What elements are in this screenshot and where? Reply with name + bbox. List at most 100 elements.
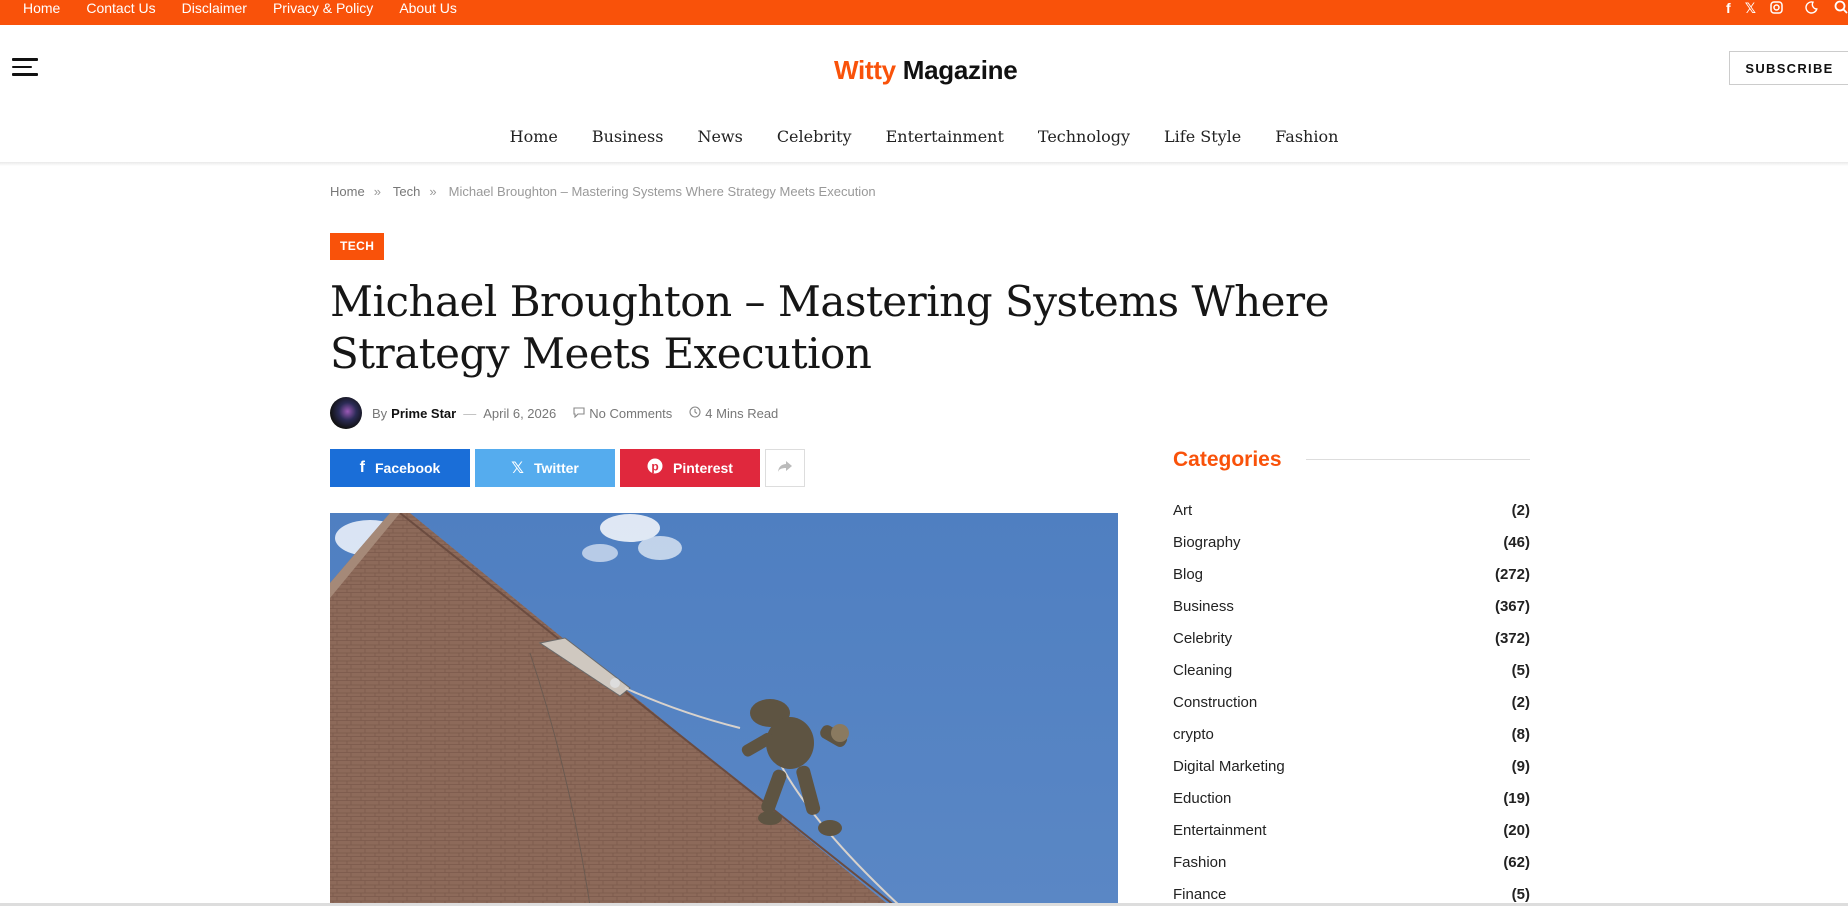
share-more-button[interactable] bbox=[765, 449, 805, 487]
category-item[interactable]: Biography (46) bbox=[1173, 526, 1530, 558]
category-count: (2) bbox=[1511, 693, 1530, 711]
meta-dash: — bbox=[463, 405, 477, 421]
top-link-privacy[interactable]: Privacy & Policy bbox=[273, 0, 373, 16]
category-name[interactable]: Entertainment bbox=[1173, 822, 1266, 839]
category-item[interactable]: Eduction (19) bbox=[1173, 782, 1530, 814]
logo-part-witty: Witty bbox=[834, 55, 896, 85]
logo-part-magazine: Magazine bbox=[902, 55, 1018, 85]
top-links: Home Contact Us Disclaimer Privacy & Pol… bbox=[23, 0, 483, 16]
share-twitter-label: Twitter bbox=[534, 460, 579, 476]
article-title: Michael Broughton – Mastering Systems Wh… bbox=[330, 277, 1329, 378]
category-name[interactable]: Celebrity bbox=[1173, 630, 1232, 647]
category-count: (5) bbox=[1511, 661, 1530, 679]
site-logo[interactable]: Witty Magazine bbox=[834, 55, 1018, 86]
top-link-contact[interactable]: Contact Us bbox=[86, 0, 155, 16]
article-meta: By Prime Star — April 6, 2026 No Comment… bbox=[330, 397, 778, 429]
category-badge[interactable]: TECH bbox=[330, 233, 385, 260]
pinterest-icon: p bbox=[647, 458, 663, 479]
dark-mode-icon[interactable] bbox=[1805, 0, 1818, 16]
instagram-icon[interactable] bbox=[1770, 0, 1783, 16]
category-item[interactable]: Digital Marketing (9) bbox=[1173, 750, 1530, 782]
comments-link[interactable]: No Comments bbox=[589, 406, 672, 421]
category-count: (9) bbox=[1511, 757, 1530, 775]
by-label: By bbox=[372, 405, 388, 421]
category-name[interactable]: Biography bbox=[1173, 534, 1241, 551]
nav-item-business[interactable]: Business bbox=[592, 118, 664, 156]
breadcrumb: Home » Tech » Michael Broughton – Master… bbox=[330, 184, 885, 199]
sidebar-title-rule bbox=[1306, 459, 1530, 460]
category-name[interactable]: Eduction bbox=[1173, 790, 1231, 807]
category-item[interactable]: Entertainment (20) bbox=[1173, 814, 1530, 846]
category-item[interactable]: Blog (272) bbox=[1173, 558, 1530, 590]
breadcrumb-current: Michael Broughton – Mastering Systems Wh… bbox=[448, 184, 876, 199]
facebook-icon[interactable]: f bbox=[1726, 1, 1731, 15]
breadcrumb-section[interactable]: Tech bbox=[393, 184, 420, 199]
nav-item-fashion[interactable]: Fashion bbox=[1275, 118, 1338, 156]
breadcrumb-home[interactable]: Home bbox=[330, 184, 365, 199]
comment-icon bbox=[573, 406, 585, 421]
top-link-about[interactable]: About Us bbox=[399, 0, 457, 16]
author-avatar[interactable] bbox=[330, 397, 362, 429]
share-pinterest-label: Pinterest bbox=[673, 460, 733, 476]
author-name[interactable]: Prime Star bbox=[391, 406, 456, 421]
category-name[interactable]: Art bbox=[1173, 502, 1192, 519]
svg-text:p: p bbox=[651, 459, 658, 473]
category-count: (62) bbox=[1503, 853, 1530, 871]
subscribe-button[interactable]: SUBSCRIBE bbox=[1729, 51, 1848, 85]
sidebar-title: Categories bbox=[1173, 448, 1282, 471]
category-item[interactable]: Fashion (62) bbox=[1173, 846, 1530, 878]
category-item[interactable]: Finance (5) bbox=[1173, 878, 1530, 906]
category-item[interactable]: Cleaning (5) bbox=[1173, 654, 1530, 686]
category-name[interactable]: Finance bbox=[1173, 886, 1226, 903]
x-icon[interactable]: 𝕏 bbox=[1745, 1, 1756, 15]
social-icons: f 𝕏 bbox=[1712, 0, 1848, 16]
nav-item-celebrity[interactable]: Celebrity bbox=[777, 118, 852, 156]
facebook-icon: f bbox=[359, 459, 365, 476]
category-name[interactable]: Construction bbox=[1173, 694, 1257, 711]
breadcrumb-separator: » bbox=[373, 184, 381, 199]
nav-item-news[interactable]: News bbox=[697, 118, 742, 156]
menu-icon[interactable] bbox=[12, 58, 38, 76]
category-count: (20) bbox=[1503, 821, 1530, 839]
category-count: (5) bbox=[1511, 885, 1530, 903]
category-name[interactable]: Digital Marketing bbox=[1173, 758, 1285, 775]
nav-item-lifestyle[interactable]: Life Style bbox=[1164, 118, 1241, 156]
top-bar: Home Contact Us Disclaimer Privacy & Pol… bbox=[0, 0, 1848, 25]
share-pinterest-button[interactable]: p Pinterest bbox=[620, 449, 760, 487]
search-icon[interactable] bbox=[1834, 0, 1848, 16]
category-item[interactable]: crypto (8) bbox=[1173, 718, 1530, 750]
share-buttons: f Facebook 𝕏 Twitter p Pinterest bbox=[330, 449, 810, 487]
category-name[interactable]: Cleaning bbox=[1173, 662, 1232, 679]
category-item[interactable]: Art (2) bbox=[1173, 494, 1530, 526]
category-item[interactable]: Celebrity (372) bbox=[1173, 622, 1530, 654]
category-item[interactable]: Construction (2) bbox=[1173, 686, 1530, 718]
share-facebook-button[interactable]: f Facebook bbox=[330, 449, 470, 487]
category-count: (46) bbox=[1503, 533, 1530, 551]
share-arrow-icon bbox=[777, 460, 793, 477]
category-count: (8) bbox=[1511, 725, 1530, 743]
nav-divider bbox=[0, 162, 1848, 166]
category-name[interactable]: Business bbox=[1173, 598, 1234, 615]
category-count: (272) bbox=[1494, 565, 1530, 583]
main-nav: Home Business News Celebrity Entertainme… bbox=[0, 118, 1848, 156]
breadcrumb-separator: » bbox=[429, 184, 437, 199]
category-count: (2) bbox=[1511, 501, 1530, 519]
category-item[interactable]: Business (367) bbox=[1173, 590, 1530, 622]
share-facebook-label: Facebook bbox=[374, 460, 441, 476]
nav-item-home[interactable]: Home bbox=[510, 118, 558, 156]
nav-item-technology[interactable]: Technology bbox=[1038, 118, 1130, 156]
x-icon: 𝕏 bbox=[511, 460, 525, 477]
clock-icon bbox=[689, 405, 701, 421]
read-time: 4 Mins Read bbox=[705, 405, 779, 421]
top-link-home[interactable]: Home bbox=[23, 0, 60, 16]
category-name[interactable]: Fashion bbox=[1173, 854, 1226, 871]
nav-item-entertainment[interactable]: Entertainment bbox=[886, 118, 1004, 156]
share-twitter-button[interactable]: 𝕏 Twitter bbox=[475, 449, 615, 487]
top-link-disclaimer[interactable]: Disclaimer bbox=[182, 0, 247, 16]
category-name[interactable]: crypto bbox=[1173, 726, 1214, 743]
category-name[interactable]: Blog bbox=[1173, 566, 1203, 583]
category-list: Art (2) Biography (46) Blog (272) Business (… bbox=[1173, 494, 1530, 906]
publish-date: April 6, 2026 bbox=[483, 405, 557, 421]
category-count: (372) bbox=[1494, 629, 1530, 647]
category-count: (19) bbox=[1503, 789, 1530, 807]
